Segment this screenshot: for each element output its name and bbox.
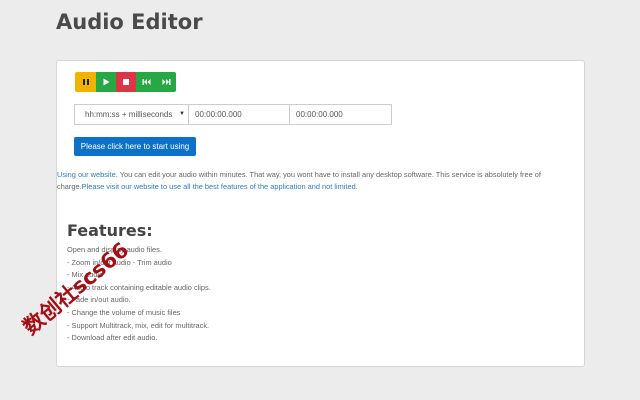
- features-heading: Features:: [67, 221, 153, 240]
- editor-panel: hh:mm:ss + milliseconds ▼ 00:00:00.000 0…: [56, 60, 585, 367]
- time-range-row: hh:mm:ss + milliseconds ▼ 00:00:00.000 0…: [74, 104, 392, 125]
- play-icon: [103, 78, 110, 86]
- play-button[interactable]: [96, 72, 116, 92]
- stop-icon: [123, 79, 129, 85]
- stop-button[interactable]: [116, 72, 136, 92]
- transport-controls: [75, 72, 176, 92]
- skip-back-icon: [142, 79, 150, 85]
- start-using-button[interactable]: Please click here to start using: [74, 137, 196, 156]
- list-item: - Support Multitrack, mix, edit for mult…: [67, 320, 210, 330]
- start-time-input[interactable]: 00:00:00.000: [188, 104, 290, 125]
- pause-icon: [82, 79, 89, 85]
- list-item: - Change the volume of music files: [67, 307, 181, 317]
- visit-website-link[interactable]: Please visit our website to use all the …: [82, 182, 358, 191]
- end-time-input[interactable]: 00:00:00.000: [289, 104, 392, 125]
- chevron-down-icon: ▼: [179, 111, 185, 117]
- website-link[interactable]: Using our website: [57, 170, 116, 179]
- next-button[interactable]: [156, 72, 176, 92]
- intro-text: Using our website. You can edit your aud…: [57, 169, 586, 193]
- page-title: Audio Editor: [56, 10, 203, 34]
- list-item: - Download after edit audio.: [67, 333, 158, 343]
- time-format-select[interactable]: hh:mm:ss + milliseconds ▼: [74, 104, 189, 125]
- previous-button[interactable]: [136, 72, 156, 92]
- skip-forward-icon: [162, 79, 170, 85]
- pause-button[interactable]: [75, 72, 96, 92]
- list-item: Open and display audio files.: [67, 245, 162, 254]
- time-format-value: hh:mm:ss + milliseconds: [85, 110, 173, 119]
